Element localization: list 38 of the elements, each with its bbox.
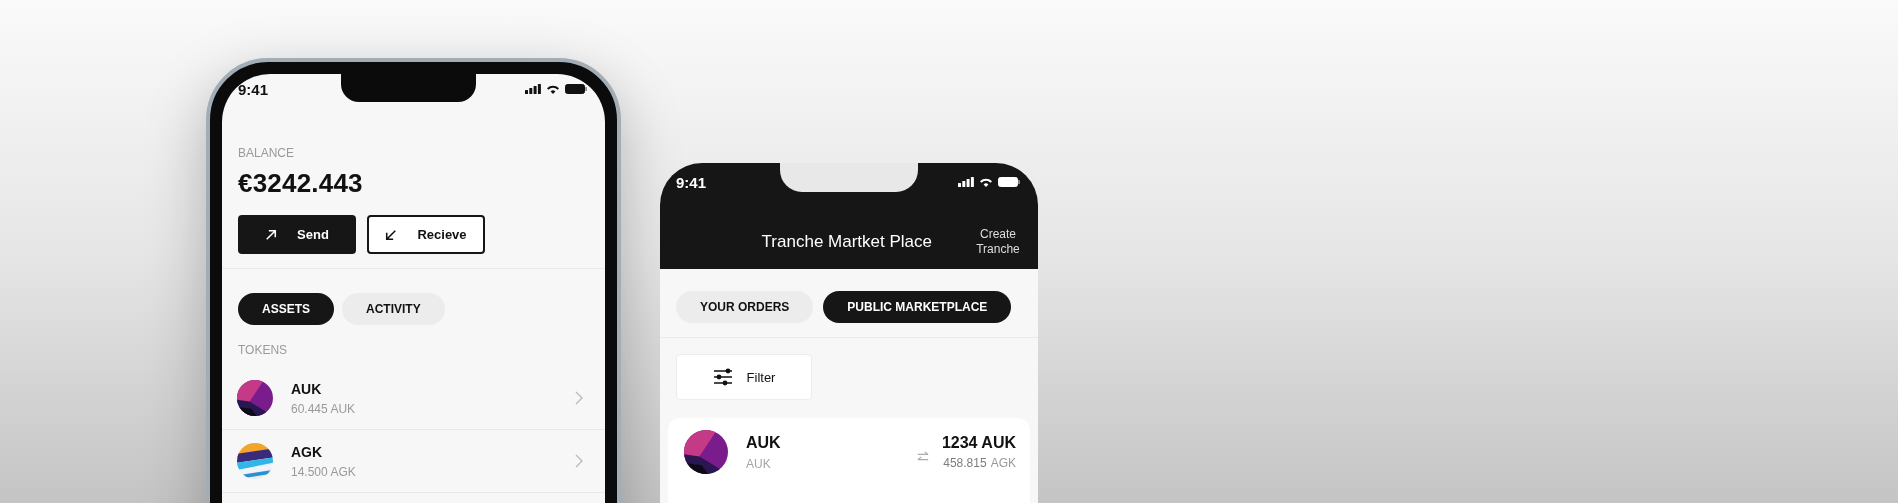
token-symbol: AUK <box>746 456 772 471</box>
token-name: AGK <box>291 443 324 460</box>
action-button[interactable]: Recieve <box>367 215 485 254</box>
chevron-icon <box>575 454 583 468</box>
tab[interactable]: ACTIVITY <box>342 293 445 325</box>
battery-icon <box>565 84 587 94</box>
token-name: AUK <box>746 433 782 452</box>
wifi-icon <box>546 84 560 94</box>
action-button[interactable]: Send <box>238 215 356 254</box>
status-time: 9:41 <box>238 80 269 98</box>
token-balance: 60.445 AUK <box>291 401 357 416</box>
status-time: 9:41 <box>676 173 707 191</box>
screen-title: Tranche Martket Place <box>761 232 932 252</box>
chevron-icon <box>575 391 583 405</box>
token-name: AUK <box>291 380 323 397</box>
create-link[interactable]: Create Tranche <box>972 227 1024 257</box>
wifi-icon <box>979 177 993 187</box>
arrow-icon <box>265 228 278 241</box>
token-row[interactable]: AGK 14.500 AGK <box>222 430 605 493</box>
tab[interactable]: PUBLIC MARKETPLACE <box>823 291 1012 323</box>
filter-button[interactable]: Filter <box>676 354 812 400</box>
arrow-icon <box>385 228 398 241</box>
signal-icon <box>525 84 541 94</box>
battery-icon <box>998 177 1020 187</box>
tab[interactable]: YOUR ORDERS <box>676 291 814 323</box>
tab[interactable]: ASSETS <box>238 293 334 325</box>
listing-card[interactable]: AUK AUK 1234 AUK 458.815 AGK <box>668 418 1030 503</box>
balance-amount: €3242.443 <box>238 168 364 199</box>
swap-icon <box>915 451 930 463</box>
filter-icon <box>712 368 733 386</box>
order-value: 458.815 <box>943 456 987 470</box>
value-unit: AGK <box>990 456 1016 470</box>
section-title: TOKENS <box>237 342 289 357</box>
token-balance: 14.500 AGK <box>291 464 357 479</box>
balance-label: BALANCE <box>238 146 296 160</box>
token-row[interactable]: AUK 60.445 AUK <box>222 367 605 430</box>
signal-icon <box>958 177 974 187</box>
order-amount: 1234 AUK <box>941 434 1016 452</box>
